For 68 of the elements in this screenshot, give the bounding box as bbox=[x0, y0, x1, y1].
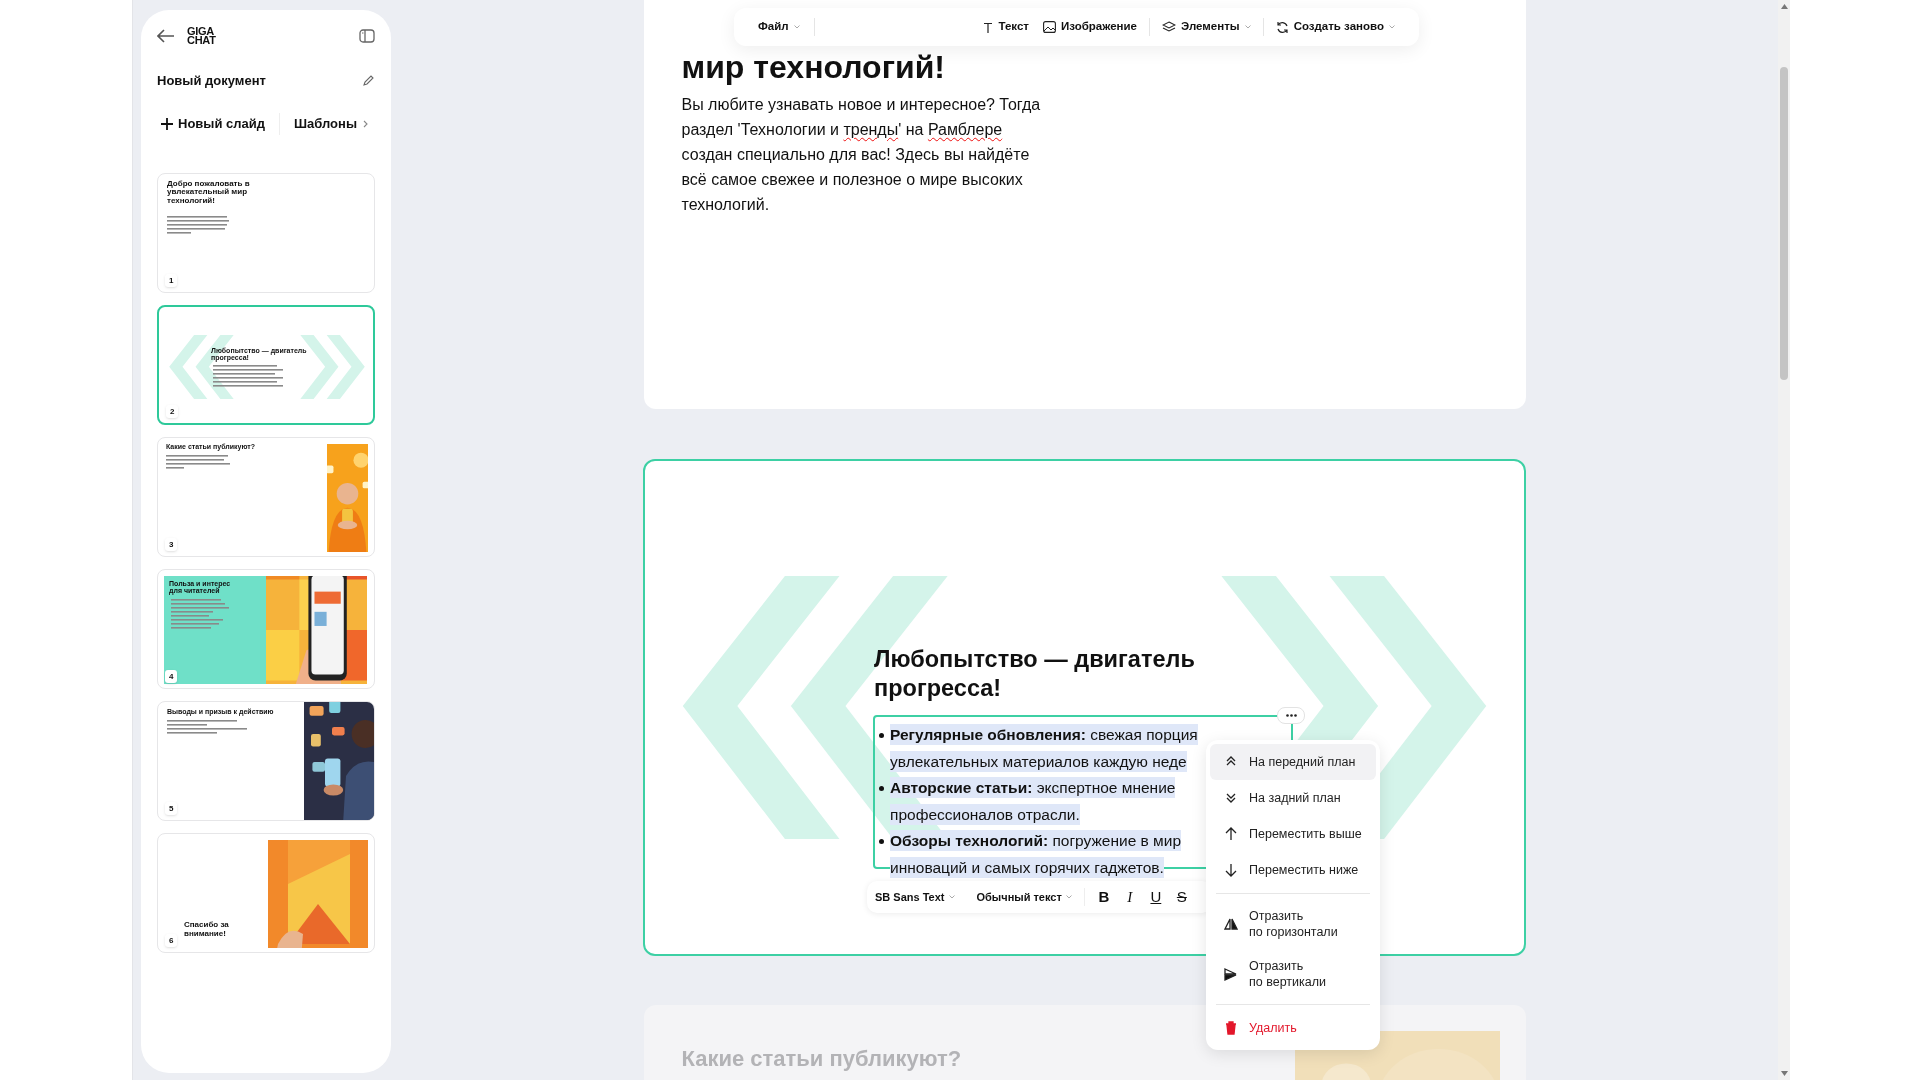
caret-icon bbox=[793, 25, 800, 29]
bullet-icon bbox=[879, 839, 884, 844]
thumbnail-title: Спасибо за внимание! bbox=[184, 919, 230, 938]
slide-thumbnail[interactable]: Добро пожаловать в увлекательный мир технологий! 1 bbox=[157, 172, 375, 293]
back-arrow-icon[interactable] bbox=[157, 29, 175, 43]
menu-item[interactable]: На задний план bbox=[1210, 780, 1376, 816]
text-lines-drawing bbox=[171, 597, 229, 630]
text-lines-drawing bbox=[213, 363, 283, 388]
slide-number: 6 bbox=[165, 933, 178, 947]
italic-button[interactable]: I bbox=[1122, 885, 1137, 909]
toolbar-button[interactable]: Файл bbox=[758, 18, 800, 36]
document-title[interactable]: Новый документ bbox=[157, 71, 266, 91]
strikethrough-button[interactable]: S bbox=[1174, 885, 1189, 909]
caret-icon bbox=[948, 895, 955, 899]
bold-button[interactable]: B bbox=[1096, 885, 1111, 909]
arrow-up-icon bbox=[1224, 827, 1238, 841]
text-icon bbox=[983, 21, 994, 33]
menu-item[interactable]: Отразить по вертикали bbox=[1210, 949, 1376, 999]
logo: GIGA CHAT bbox=[187, 27, 216, 45]
text-lines-drawing bbox=[167, 214, 229, 235]
style-dropdown[interactable]: Обычный текст bbox=[976, 888, 1072, 906]
bullet-icon bbox=[879, 786, 884, 791]
slide-thumbnail[interactable]: Спасибо за внимание! 6 bbox=[157, 832, 375, 953]
toolbar-button[interactable]: Изображение bbox=[1042, 18, 1137, 36]
trash-icon bbox=[1224, 1021, 1238, 1035]
slide-title: Любопытство — двигатель прогресса! bbox=[874, 645, 1196, 703]
scroll-down-icon[interactable] bbox=[1780, 1071, 1788, 1076]
menu-item[interactable]: Удалить bbox=[1210, 1010, 1376, 1046]
plus-icon bbox=[161, 117, 173, 130]
more-button[interactable] bbox=[1277, 707, 1305, 724]
new-slide-button[interactable]: Новый слайд bbox=[161, 113, 265, 134]
caret-icon bbox=[1244, 25, 1251, 29]
slide-number: 3 bbox=[165, 537, 178, 551]
slide-title: Какие статьи публикуют? bbox=[681, 1045, 962, 1073]
image-icon bbox=[1042, 21, 1056, 33]
menu-item[interactable]: Переместить выше bbox=[1210, 816, 1376, 852]
chevron-right-icon bbox=[363, 119, 368, 128]
toolbar-button[interactable]: Элементы bbox=[1162, 18, 1251, 36]
text-lines-drawing bbox=[166, 453, 230, 470]
menu-item[interactable]: Отразить по горизонтали bbox=[1210, 899, 1376, 949]
slide-number: 5 bbox=[165, 801, 178, 815]
menu-item[interactable]: На передний план bbox=[1210, 744, 1376, 780]
scrollbar-thumb[interactable] bbox=[1780, 67, 1788, 380]
scrollbar[interactable] bbox=[1778, 0, 1790, 1080]
slide-title: мир технологий! bbox=[681, 48, 946, 86]
flip-vertical-icon bbox=[1224, 967, 1238, 981]
font-dropdown[interactable]: SB Sans Text bbox=[875, 888, 955, 906]
slide-number: 2 bbox=[166, 404, 179, 418]
send-back-icon bbox=[1224, 791, 1238, 805]
toolbar-button[interactable]: Создать заново bbox=[1275, 18, 1395, 36]
sidebar-toggle-icon[interactable] bbox=[359, 29, 375, 43]
more-icon bbox=[1285, 714, 1297, 717]
menu-item[interactable]: Переместить ниже bbox=[1210, 852, 1376, 888]
caret-icon bbox=[1389, 25, 1395, 29]
slide-number: 1 bbox=[165, 273, 178, 287]
toolbar-button[interactable]: Текст bbox=[983, 18, 1029, 36]
slide-paragraph: Вы любите узнавать новое и интересное? Тогда раздел 'Технологии и тренды' на Рамблере создан специально для вас! Здесь вы найдёте всё самое свежее и полезное о мире высоких технологий. bbox=[681, 95, 1042, 215]
layers-icon bbox=[1162, 21, 1176, 33]
underline-button[interactable]: U bbox=[1148, 885, 1163, 909]
thumbnail-title: Добро пожаловать в увлекательный мир технологий! bbox=[167, 179, 251, 205]
caret-icon bbox=[1065, 895, 1072, 899]
scroll-up-icon[interactable] bbox=[1780, 4, 1788, 9]
arrow-down-icon bbox=[1224, 863, 1238, 877]
pencil-icon[interactable] bbox=[362, 74, 375, 88]
templates-button[interactable]: Шаблоны bbox=[294, 113, 368, 134]
flip-horizontal-icon bbox=[1224, 917, 1238, 931]
bullet-icon bbox=[879, 733, 884, 738]
refresh-icon bbox=[1275, 20, 1289, 34]
